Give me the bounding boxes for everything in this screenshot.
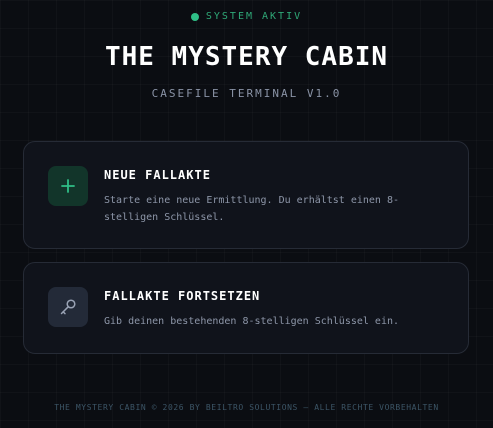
- new-case-description: Starte eine neue Ermittlung. Du erhältst…: [104, 195, 400, 223]
- status-text: SYSTEM AKTIV: [205, 11, 303, 22]
- new-case-card[interactable]: NEUE FALLAKTE Starte eine neue Ermittlun…: [23, 141, 469, 249]
- new-case-title: NEUE FALLAKTE: [104, 168, 211, 182]
- page-title: THE MYSTERY CABIN: [104, 42, 389, 72]
- status-dot-icon: [190, 12, 199, 21]
- continue-case-text: FALLAKTE FORTSETZEN Gib deinen bestehend…: [104, 289, 448, 330]
- page-subtitle: CASEFILE TERMINAL V1.0: [151, 87, 342, 100]
- plus-icon: [61, 179, 75, 193]
- footer-copyright: THE MYSTERY CABIN © 2026 BY BEILTRO SOLU…: [54, 403, 439, 412]
- continue-case-title: FALLAKTE FORTSETZEN: [104, 289, 261, 303]
- system-status: SYSTEM AKTIV: [0, 11, 493, 22]
- continue-case-card[interactable]: FALLAKTE FORTSETZEN Gib deinen bestehend…: [23, 262, 469, 354]
- continue-case-description: Gib deinen bestehenden 8-stelligen Schlü…: [104, 316, 400, 327]
- new-case-icon-box: [48, 166, 88, 206]
- new-case-text: NEUE FALLAKTE Starte eine neue Ermittlun…: [104, 168, 448, 226]
- continue-case-icon-box: [48, 287, 88, 327]
- key-icon: [60, 299, 76, 315]
